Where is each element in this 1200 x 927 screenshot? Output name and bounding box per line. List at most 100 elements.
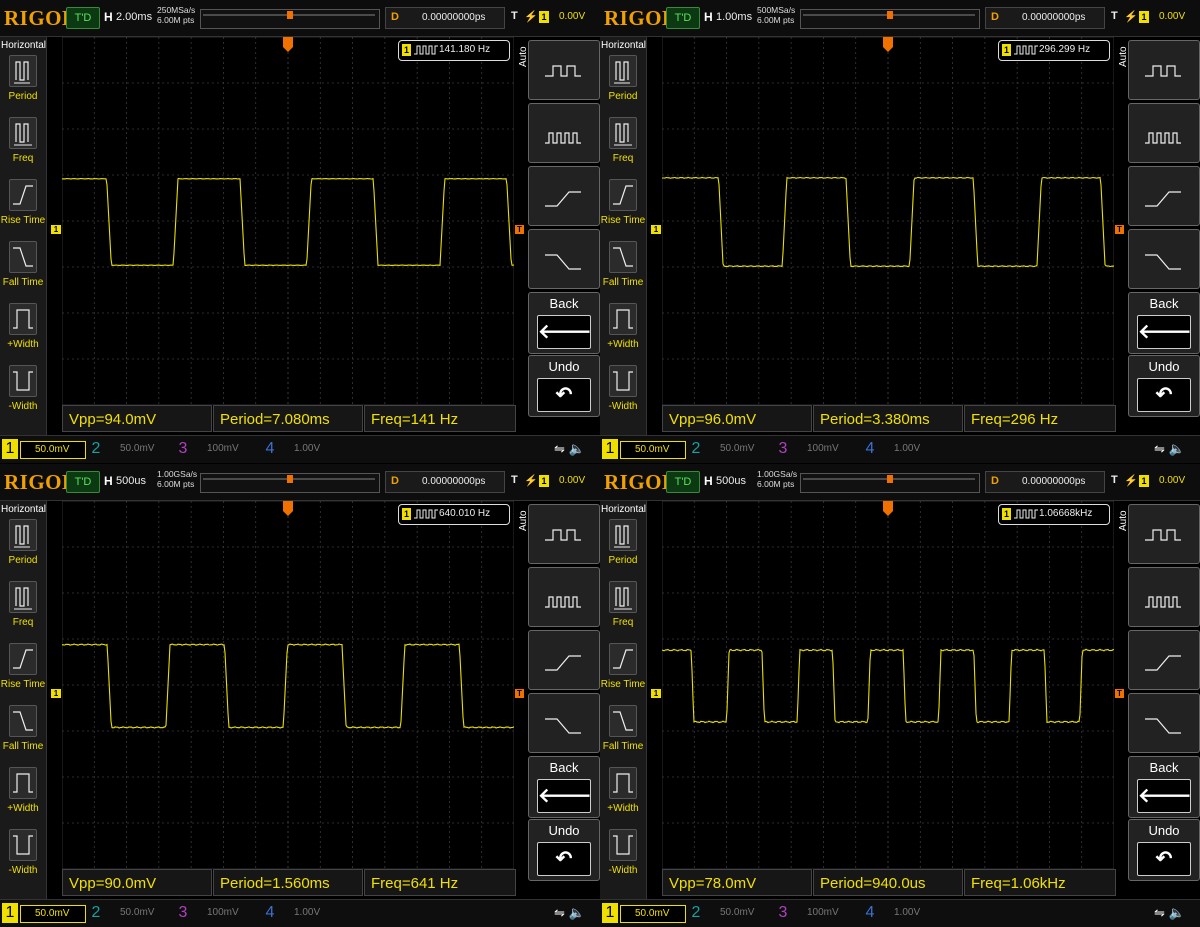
delay-box[interactable]: D 0.00000000ps xyxy=(985,7,1105,29)
trigger-box[interactable]: T ⚡ 1 0.00V xyxy=(1108,471,1198,491)
waveform-display[interactable] xyxy=(662,37,1114,405)
trigger-position-marker[interactable] xyxy=(883,501,893,516)
rise-edge-button[interactable] xyxy=(528,630,600,690)
measurement-period[interactable]: Period=3.380ms xyxy=(813,405,963,432)
fall-edge-button[interactable] xyxy=(1128,693,1200,753)
trigger-box[interactable]: T ⚡ 1 0.00V xyxy=(508,471,598,491)
multi-pulse-button[interactable] xyxy=(528,103,600,163)
trigger-status-badge[interactable]: T'D xyxy=(666,7,700,29)
menu-item-width[interactable]: +Width xyxy=(600,303,646,363)
measurement-period[interactable]: Period=7.080ms xyxy=(213,405,363,432)
memory-waveform-overview[interactable] xyxy=(800,9,980,29)
measurement-vpp[interactable]: Vpp=96.0mV xyxy=(662,405,812,432)
timebase-value[interactable]: 1.00ms xyxy=(716,11,752,23)
menu-item-rise-time[interactable]: Rise Time xyxy=(600,179,646,239)
menu-item-fall-time[interactable]: Fall Time xyxy=(0,241,46,301)
delay-box[interactable]: D 0.00000000ps xyxy=(385,471,505,493)
trigger-box[interactable]: T ⚡ 1 0.00V xyxy=(508,7,598,27)
undo-button[interactable]: Undo ↶ xyxy=(528,819,600,881)
waveform-display[interactable] xyxy=(62,501,514,869)
menu-item-rise-time[interactable]: Rise Time xyxy=(0,643,46,703)
single-pulse-button[interactable] xyxy=(528,504,600,564)
menu-item-fall-time[interactable]: Fall Time xyxy=(600,705,646,765)
back-button[interactable]: Back 🡐 xyxy=(528,756,600,818)
memory-waveform-overview[interactable] xyxy=(800,473,980,493)
undo-button[interactable]: Undo ↶ xyxy=(1128,355,1200,417)
timebase-value[interactable]: 2.00ms xyxy=(116,11,152,23)
menu-item-freq[interactable]: Freq xyxy=(600,117,646,177)
rise-edge-button[interactable] xyxy=(528,166,600,226)
rise-edge-button[interactable] xyxy=(1128,630,1200,690)
undo-icon: ↶ xyxy=(537,842,591,876)
negative-width-icon xyxy=(609,829,637,861)
memory-overview-graphic xyxy=(803,475,975,483)
menu-item-width[interactable]: +Width xyxy=(0,303,46,363)
menu-item-period[interactable]: Period xyxy=(600,55,646,115)
menu-item-period[interactable]: Period xyxy=(0,519,46,579)
menu-item-freq[interactable]: Freq xyxy=(0,581,46,641)
measurement-freq[interactable]: Freq=141 Hz xyxy=(364,405,516,432)
measurement-freq[interactable]: Freq=641 Hz xyxy=(364,869,516,896)
menu-item-period[interactable]: Period xyxy=(600,519,646,579)
trigger-status-badge[interactable]: T'D xyxy=(66,471,100,493)
trigger-status-badge[interactable]: T'D xyxy=(66,7,100,29)
fall-edge-button[interactable] xyxy=(528,693,600,753)
undo-button[interactable]: Undo ↶ xyxy=(528,355,600,417)
channel-scale: 50.0mV xyxy=(120,907,155,918)
trigger-position-marker[interactable] xyxy=(883,37,893,52)
channel1-offset-marker[interactable]: 1 xyxy=(51,225,61,234)
channel1-offset-marker[interactable]: 1 xyxy=(651,689,661,698)
menu-item-fall-time[interactable]: Fall Time xyxy=(600,241,646,301)
multi-pulse-button[interactable] xyxy=(1128,103,1200,163)
channel1-offset-marker[interactable]: 1 xyxy=(51,689,61,698)
waveform-display[interactable] xyxy=(662,501,1114,869)
measurement-vpp[interactable]: Vpp=78.0mV xyxy=(662,869,812,896)
back-button[interactable]: Back 🡐 xyxy=(1128,292,1200,354)
delay-box[interactable]: D 0.00000000ps xyxy=(985,471,1105,493)
channel1-offset-marker[interactable]: 1 xyxy=(651,225,661,234)
memory-waveform-overview[interactable] xyxy=(200,473,380,493)
multi-pulse-button[interactable] xyxy=(1128,567,1200,627)
menu-item-fall-time[interactable]: Fall Time xyxy=(0,705,46,765)
measurement-freq[interactable]: Freq=296 Hz xyxy=(964,405,1116,432)
single-pulse-button[interactable] xyxy=(528,40,600,100)
measurement-freq[interactable]: Freq=1.06kHz xyxy=(964,869,1116,896)
menu-item-width[interactable]: -Width xyxy=(600,365,646,425)
trigger-status-badge[interactable]: T'D xyxy=(666,471,700,493)
menu-item-rise-time[interactable]: Rise Time xyxy=(0,179,46,239)
timebase-value[interactable]: 500us xyxy=(116,475,146,487)
timebase-value[interactable]: 500us xyxy=(716,475,746,487)
menu-item-period[interactable]: Period xyxy=(0,55,46,115)
fall-edge-button[interactable] xyxy=(528,229,600,289)
back-button[interactable]: Back 🡐 xyxy=(1128,756,1200,818)
delay-box[interactable]: D 0.00000000ps xyxy=(385,7,505,29)
undo-button[interactable]: Undo ↶ xyxy=(1128,819,1200,881)
waveform-display[interactable] xyxy=(62,37,514,405)
fall-edge-button[interactable] xyxy=(1128,229,1200,289)
menu-item-rise-time[interactable]: Rise Time xyxy=(600,643,646,703)
single-pulse-button[interactable] xyxy=(1128,40,1200,100)
memory-depth: 6.00M pts xyxy=(157,15,195,25)
menu-item-width[interactable]: -Width xyxy=(600,829,646,889)
measurement-vpp[interactable]: Vpp=90.0mV xyxy=(62,869,212,896)
measurement-period[interactable]: Period=940.0us xyxy=(813,869,963,896)
menu-item-label: +Width xyxy=(7,803,39,814)
menu-item-label: -Width xyxy=(608,401,638,412)
multi-pulse-button[interactable] xyxy=(528,567,600,627)
measurement-vpp[interactable]: Vpp=94.0mV xyxy=(62,405,212,432)
menu-item-width[interactable]: +Width xyxy=(600,767,646,827)
trigger-position-marker[interactable] xyxy=(283,37,293,52)
back-button[interactable]: Back 🡐 xyxy=(528,292,600,354)
menu-item-width[interactable]: +Width xyxy=(0,767,46,827)
menu-item-width[interactable]: -Width xyxy=(0,365,46,425)
trigger-box[interactable]: T ⚡ 1 0.00V xyxy=(1108,7,1198,27)
menu-item-width[interactable]: -Width xyxy=(0,829,46,889)
memory-waveform-overview[interactable] xyxy=(200,9,380,29)
measurement-period[interactable]: Period=1.560ms xyxy=(213,869,363,896)
memory-trigger-marker xyxy=(287,475,293,483)
menu-item-freq[interactable]: Freq xyxy=(0,117,46,177)
rise-edge-button[interactable] xyxy=(1128,166,1200,226)
single-pulse-button[interactable] xyxy=(1128,504,1200,564)
trigger-position-marker[interactable] xyxy=(283,501,293,516)
menu-item-freq[interactable]: Freq xyxy=(600,581,646,641)
